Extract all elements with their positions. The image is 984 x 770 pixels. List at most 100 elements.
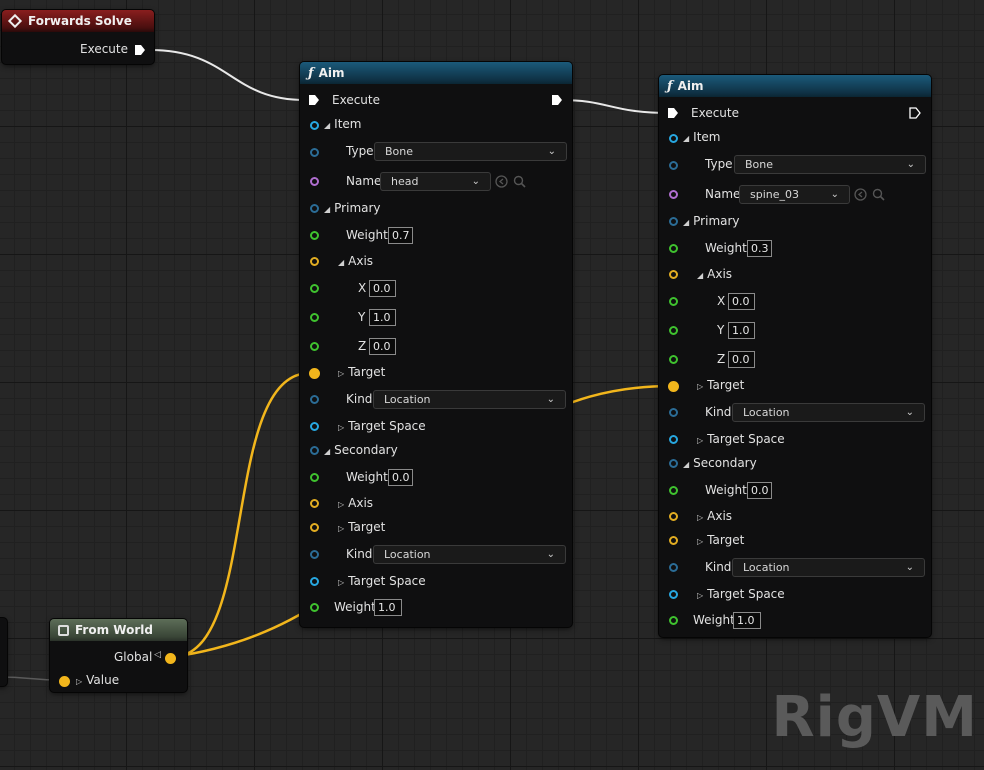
axis-y-pin[interactable] <box>669 326 678 335</box>
target-space-text: Target Space <box>707 432 785 446</box>
use-selected-icon[interactable] <box>495 175 508 188</box>
type-pin[interactable] <box>669 161 678 170</box>
secondary-target-pin[interactable] <box>310 523 319 532</box>
primary-weight-pin[interactable] <box>310 231 319 240</box>
primary-pin[interactable] <box>669 217 678 226</box>
from-world-header[interactable]: From World <box>50 619 187 641</box>
secondary-target-space-text: Target Space <box>348 574 426 588</box>
aim-node-2[interactable]: ƒ Aim Execute ◢ Item Type Bone ⌄ Name spine… <box>659 75 931 637</box>
type-label: Type <box>346 144 374 158</box>
execute-in-pin[interactable] <box>667 107 679 119</box>
item-pin[interactable] <box>310 121 319 130</box>
value-in-pin[interactable] <box>59 676 70 687</box>
secondary-target-pin[interactable] <box>669 536 678 545</box>
chevron-down-icon: ⌄ <box>906 159 915 170</box>
target-space-pin[interactable] <box>310 422 319 431</box>
execute-out-pin[interactable] <box>551 94 563 106</box>
expand-icon: ▷ <box>338 500 345 509</box>
axis-x-field[interactable]: 0.0 <box>728 293 755 310</box>
type-pin[interactable] <box>310 148 319 157</box>
forwards-solve-header[interactable]: Forwards Solve <box>2 10 154 32</box>
collapse-icon: ◢ <box>683 218 690 227</box>
primary-weight-pin[interactable] <box>669 244 678 253</box>
secondary-pin[interactable] <box>669 459 678 468</box>
item-text: Item <box>693 130 721 144</box>
execute-label: Execute <box>332 93 380 107</box>
weight-field[interactable]: 1.0 <box>733 612 761 629</box>
execute-in-pin[interactable] <box>308 94 320 106</box>
primary-weight-field[interactable]: 0.7 <box>388 227 413 244</box>
item-label: ◢ Item <box>324 117 361 131</box>
forwards-solve-node[interactable]: Forwards Solve Execute <box>2 10 154 64</box>
name-pin[interactable] <box>310 177 319 186</box>
axis-y-field[interactable]: 1.0 <box>369 309 396 326</box>
axis-z-pin[interactable] <box>310 342 319 351</box>
name-dropdown[interactable]: spine_03 ⌄ <box>739 185 850 204</box>
secondary-weight-field[interactable]: 0.0 <box>747 482 772 499</box>
kind-pin[interactable] <box>310 395 319 404</box>
global-out-pin[interactable] <box>165 653 176 664</box>
execute-out-pin[interactable] <box>134 44 146 56</box>
use-selected-icon[interactable] <box>854 188 867 201</box>
secondary-kind-pin[interactable] <box>310 550 319 559</box>
secondary-target-space-pin[interactable] <box>310 577 319 586</box>
secondary-kind-dropdown[interactable]: Location ⌄ <box>373 545 566 564</box>
name-pin[interactable] <box>669 190 678 199</box>
aim-node-1[interactable]: ƒ Aim Execute ◢ Item Type Bone ⌄ Name head ⌄… <box>300 62 572 627</box>
target-pin[interactable] <box>668 381 679 392</box>
kind-dropdown[interactable]: Location ⌄ <box>732 403 925 422</box>
aim-node-2-header[interactable]: ƒ Aim <box>659 75 931 97</box>
axis-pin[interactable] <box>669 270 678 279</box>
axis-z-field[interactable]: 0.0 <box>728 351 755 368</box>
type-dropdown[interactable]: Bone ⌄ <box>734 155 926 174</box>
axis-y-field[interactable]: 1.0 <box>728 322 755 339</box>
secondary-axis-pin[interactable] <box>669 512 678 521</box>
from-world-node[interactable]: From World Global ◁ ▷ Value <box>50 619 187 692</box>
secondary-weight-pin[interactable] <box>310 473 319 482</box>
primary-weight-field[interactable]: 0.3 <box>747 240 772 257</box>
secondary-axis-label: ▷ Axis <box>697 509 732 523</box>
axis-z-pin[interactable] <box>669 355 678 364</box>
secondary-weight-field[interactable]: 0.0 <box>388 469 413 486</box>
axis-x-pin[interactable] <box>310 284 319 293</box>
axis-y-pin[interactable] <box>310 313 319 322</box>
primary-pin[interactable] <box>310 204 319 213</box>
kind-dropdown[interactable]: Location ⌄ <box>373 390 566 409</box>
search-icon[interactable] <box>513 175 526 188</box>
collapse-icon: ◢ <box>683 460 690 469</box>
axis-x-field[interactable]: 0.0 <box>369 280 396 297</box>
forwards-solve-title: Forwards Solve <box>28 14 132 28</box>
secondary-text: Secondary <box>693 456 757 470</box>
target-space-label: ▷ Target Space <box>338 419 426 433</box>
weight-field[interactable]: 1.0 <box>374 599 402 616</box>
type-dropdown[interactable]: Bone ⌄ <box>374 142 567 161</box>
axis-z-field[interactable]: 0.0 <box>369 338 396 355</box>
execute-label: Execute <box>691 106 739 120</box>
weight-pin[interactable] <box>310 603 319 612</box>
name-dropdown[interactable]: head ⌄ <box>380 172 491 191</box>
secondary-target-space-pin[interactable] <box>669 590 678 599</box>
collapse-icon: ◢ <box>324 447 331 456</box>
secondary-target-space-text: Target Space <box>707 587 785 601</box>
expand-icon: ▷ <box>338 369 345 378</box>
secondary-pin[interactable] <box>310 446 319 455</box>
target-space-pin[interactable] <box>669 435 678 444</box>
secondary-axis-pin[interactable] <box>310 499 319 508</box>
search-icon[interactable] <box>872 188 885 201</box>
secondary-target-label: ▷ Target <box>338 520 385 534</box>
offscreen-node[interactable] <box>0 618 7 686</box>
secondary-kind-pin[interactable] <box>669 563 678 572</box>
axis-label: ◢ Axis <box>338 254 373 268</box>
secondary-text: Secondary <box>334 443 398 457</box>
kind-pin[interactable] <box>669 408 678 417</box>
axis-x-pin[interactable] <box>669 297 678 306</box>
axis-pin[interactable] <box>310 257 319 266</box>
execute-out-pin[interactable] <box>909 107 921 119</box>
secondary-weight-label: Weight <box>705 483 747 497</box>
secondary-weight-pin[interactable] <box>669 486 678 495</box>
aim-node-1-header[interactable]: ƒ Aim <box>300 62 572 84</box>
item-pin[interactable] <box>669 134 678 143</box>
secondary-kind-dropdown[interactable]: Location ⌄ <box>732 558 925 577</box>
weight-pin[interactable] <box>669 616 678 625</box>
target-pin[interactable] <box>309 368 320 379</box>
